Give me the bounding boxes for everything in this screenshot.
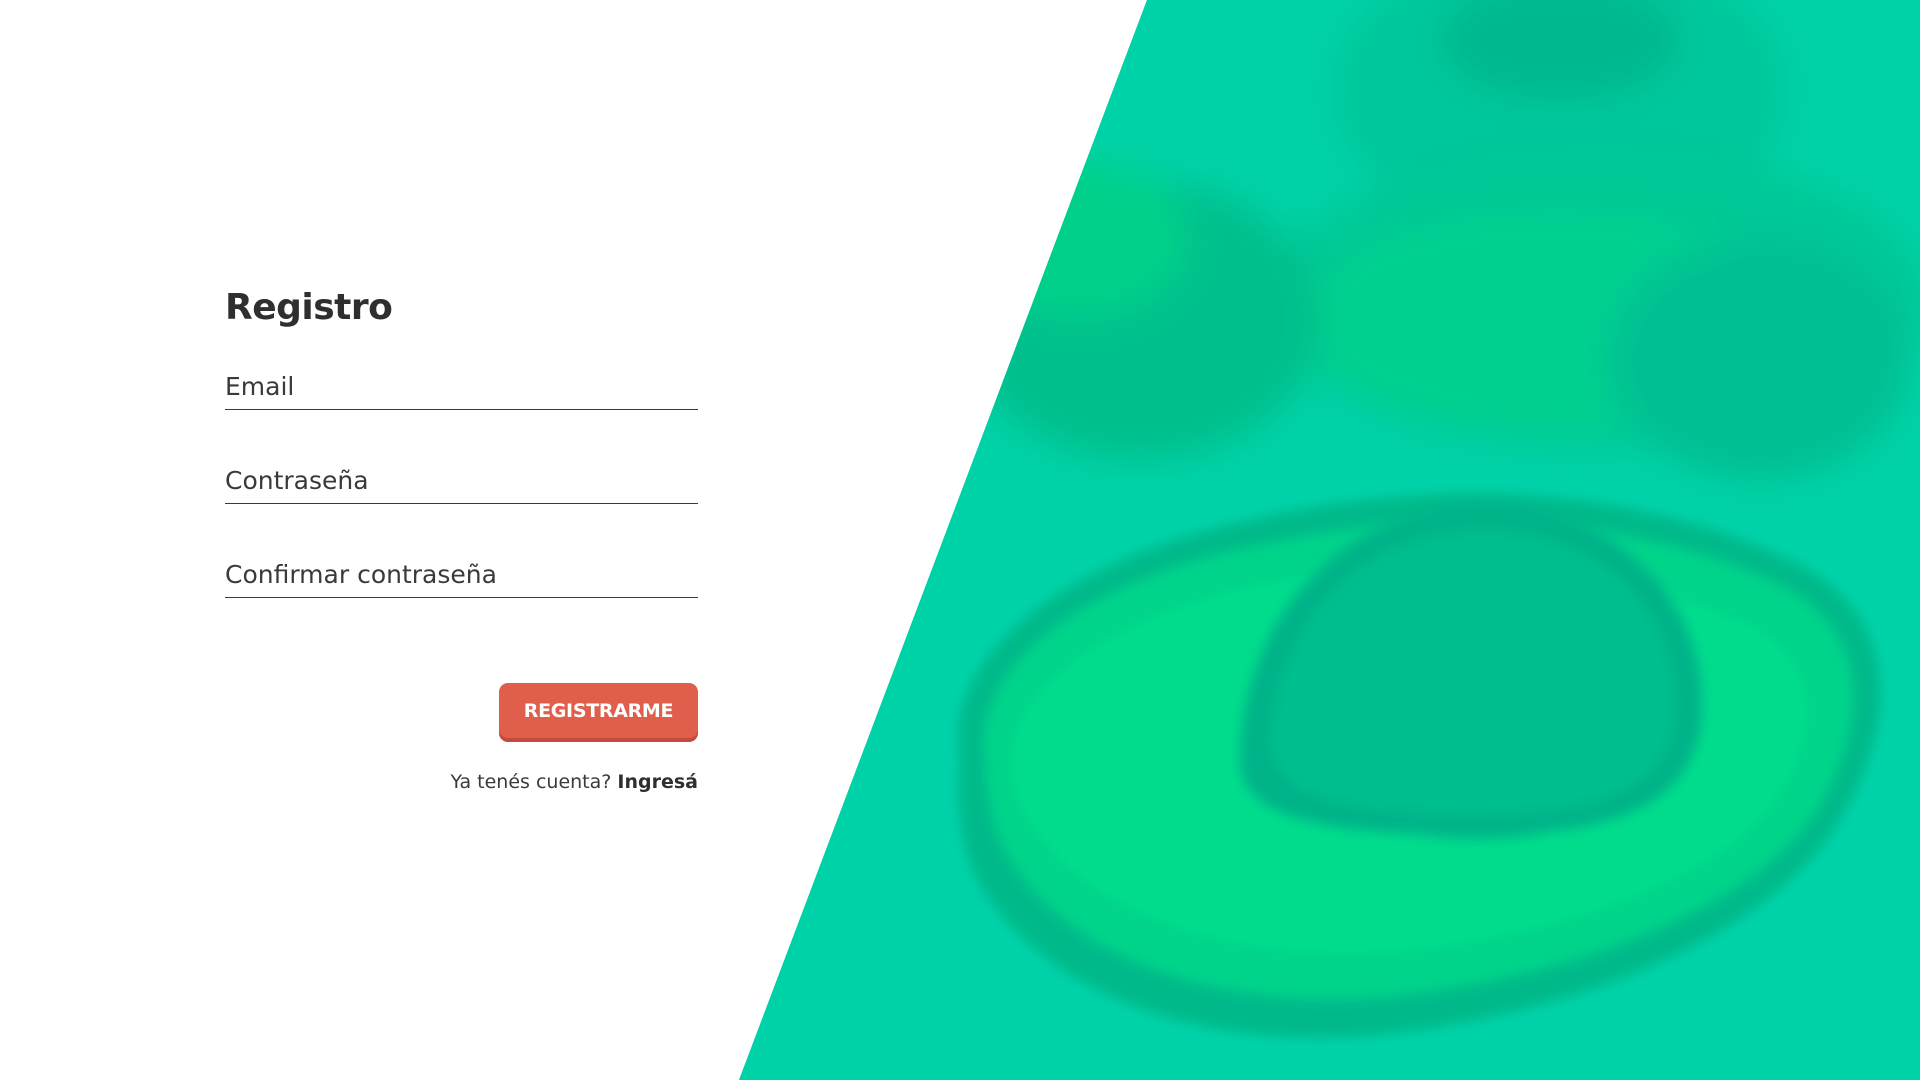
login-prompt-line: Ya tenés cuenta? Ingresá [450,771,698,793]
form-actions: REGISTRARME Ya tenés cuenta? Ingresá [225,683,698,793]
login-link[interactable]: Ingresá [617,771,698,793]
login-prompt-text: Ya tenés cuenta? [450,771,612,793]
page-title: Registro [225,287,393,328]
register-form: Registro REGISTRARME Ya tenés cuenta? In… [225,280,698,793]
password-field[interactable] [225,466,698,495]
confirm-password-field[interactable] [225,560,698,589]
email-field-wrapper [225,356,698,410]
register-page: Registro REGISTRARME Ya tenés cuenta? In… [0,0,1920,1080]
register-button[interactable]: REGISTRARME [499,683,698,738]
email-field[interactable] [225,372,698,401]
password-field-wrapper [225,450,698,504]
confirm-password-field-wrapper [225,544,698,598]
